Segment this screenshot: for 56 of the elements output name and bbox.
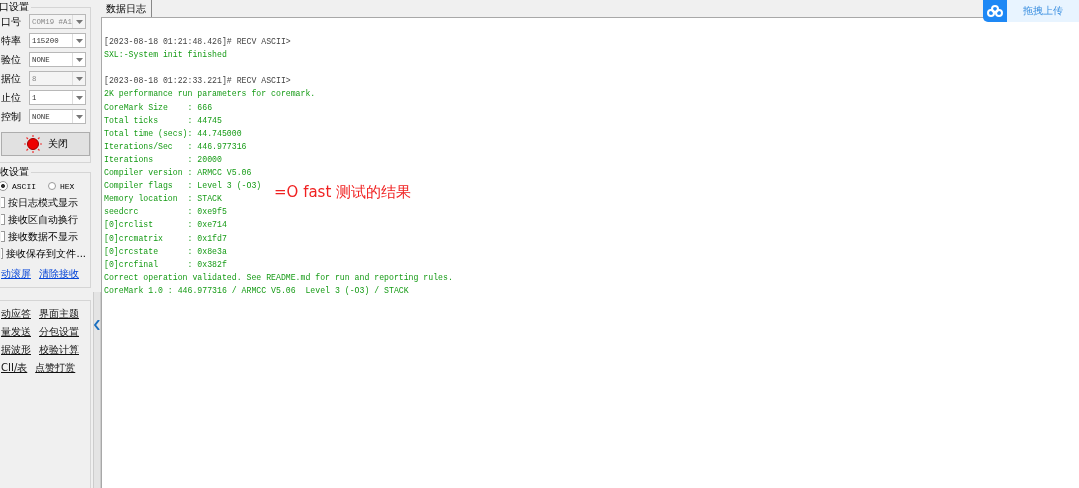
log-line: Total time (secs): 44.745000 [104, 127, 242, 140]
link[interactable]: 分包设置 [39, 325, 79, 339]
radio-button[interactable] [0, 181, 8, 191]
dropdown-arrow-icon[interactable] [72, 91, 85, 104]
close-port-button[interactable]: 关闭 [1, 132, 90, 156]
field-label: 止位 [1, 90, 22, 105]
log-line: CoreMark 1.0 : 446.977316 / ARMCC V5.06 Level 3 (-O3) / STACK [104, 284, 409, 297]
field-label: 口号 [1, 14, 22, 29]
checkbox-label[interactable]: 接收区自动换行 [8, 212, 78, 227]
checkbox[interactable] [1, 197, 5, 208]
checkbox[interactable] [1, 231, 5, 242]
log-line: [0]crcfinal : 0x382f [104, 258, 227, 271]
log-line: Iterations/Sec : 446.977316 [104, 140, 247, 153]
link[interactable]: CII/表 [1, 361, 28, 375]
log-line: [0]crclist : 0xe714 [104, 219, 227, 232]
log-line: seedcrc : 0xe9f5 [104, 206, 227, 219]
log-line: [0]crcmatrix : 0x1fd7 [104, 232, 227, 245]
link[interactable]: 据波形 [1, 343, 31, 357]
link[interactable]: 量发送 [1, 325, 31, 339]
log-line: Total ticks : 44745 [104, 114, 222, 127]
dropdown-arrow-icon[interactable] [72, 53, 85, 66]
field-label: 验位 [1, 52, 22, 67]
checkbox[interactable] [1, 248, 4, 259]
checkbox[interactable] [1, 214, 5, 225]
log-line: Iterations : 20000 [104, 153, 222, 166]
log-line: [0]crcstate : 0x8e3a [104, 245, 227, 258]
annotation-text: =O fast 测试的结果 [274, 183, 412, 202]
log-line: SXL:-System init finished [104, 49, 227, 62]
radio-label[interactable]: ASCII [12, 181, 36, 191]
group-title: 口设置 [0, 0, 31, 14]
log-line: [2023-08-18 01:21:48.426]# RECV ASCII> [104, 36, 291, 49]
dropdown-arrow-icon[interactable] [72, 34, 85, 47]
link[interactable]: 清除接收 [39, 267, 79, 281]
link[interactable]: 校验计算 [39, 343, 79, 357]
log-line: Compiler flags : Level 3 (-O3) [104, 180, 262, 193]
group-title: 收设置 [0, 165, 31, 179]
field-label: 特率 [1, 33, 22, 48]
dropdown-arrow-icon[interactable] [72, 110, 85, 123]
log-line: 2K performance run parameters for coremark. [104, 88, 316, 101]
log-line: Compiler version : ARMCC V5.06 [104, 167, 252, 180]
field-label: 控制 [1, 109, 22, 124]
checkbox-label[interactable]: 接收保存到文件... [6, 246, 86, 261]
log-line: CoreMark Size : 666 [104, 101, 213, 114]
log-line: Correct operation validated. See README.md for run and reporting rules. [104, 271, 453, 284]
link[interactable]: 界面主题 [39, 307, 79, 321]
field-label: 据位 [1, 71, 22, 86]
cloud-icon[interactable] [983, 0, 1007, 22]
checkbox-label[interactable]: 接收数据不显示 [8, 229, 78, 244]
link[interactable]: 点赞打赏 [35, 361, 76, 375]
radio-label[interactable]: HEX [60, 181, 75, 191]
link[interactable]: 动应答 [1, 307, 31, 321]
log-line: [2023-08-18 01:22:33.221]# RECV ASCII> [104, 75, 291, 88]
log-line: Memory location : STACK [104, 193, 222, 206]
checkbox-label[interactable]: 按日志模式显示 [8, 195, 78, 210]
link[interactable]: 动滚屏 [1, 267, 31, 281]
radio-button[interactable] [48, 182, 56, 190]
